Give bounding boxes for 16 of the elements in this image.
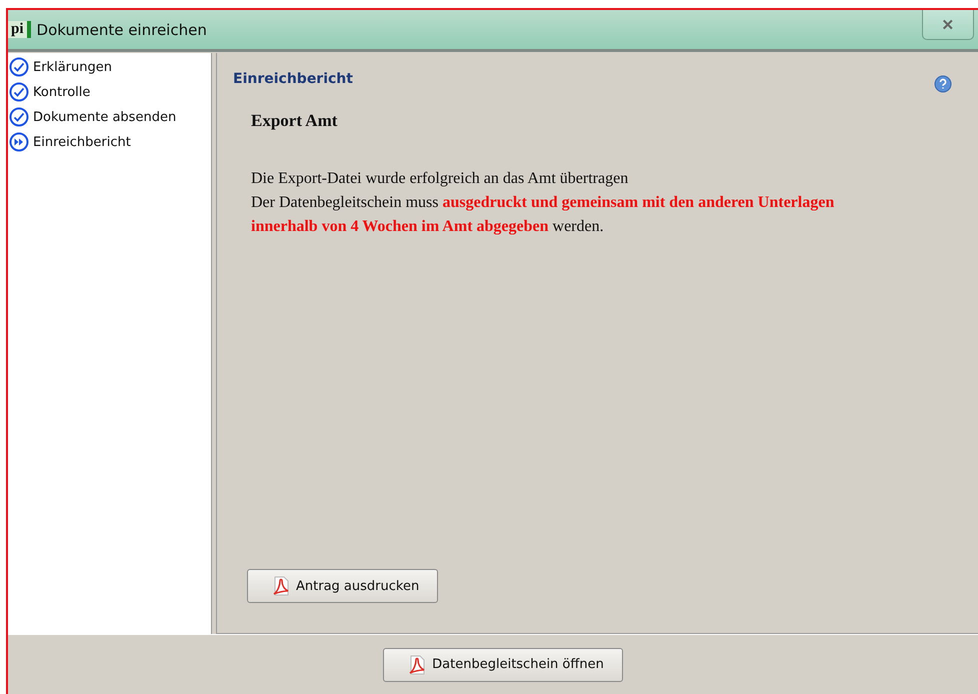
step-label: Erklärungen [33,60,112,74]
panel-title: Einreichbericht [233,71,353,87]
print-button[interactable]: Antrag ausdrucken [247,569,438,603]
pdf-icon [408,654,426,674]
message-text: Die Export-Datei wurde erfolgreich an das Amt übertragen [251,169,630,189]
help-icon[interactable] [934,75,952,93]
step-label: Dokumente absenden [33,110,176,124]
step-label: Einreichbericht [33,134,131,150]
close-button[interactable]: ✕ [922,10,974,40]
message-text: Der Datenbegleitschein muss ausgedruckt und gemeinsam mit den anderen Unterlagen innerhalb von 4 Wochen im Amt abgegeben werden. [251,193,836,237]
app-logo: pi [8,21,31,38]
section-heading: Export Amt [251,111,338,131]
open-pdf-button[interactable]: Datenbegleitschein öffnen [383,648,623,682]
pdf-icon [272,576,290,596]
step-label: Kontrolle [33,84,90,100]
window-title: Dokumente einreichen [36,20,207,38]
